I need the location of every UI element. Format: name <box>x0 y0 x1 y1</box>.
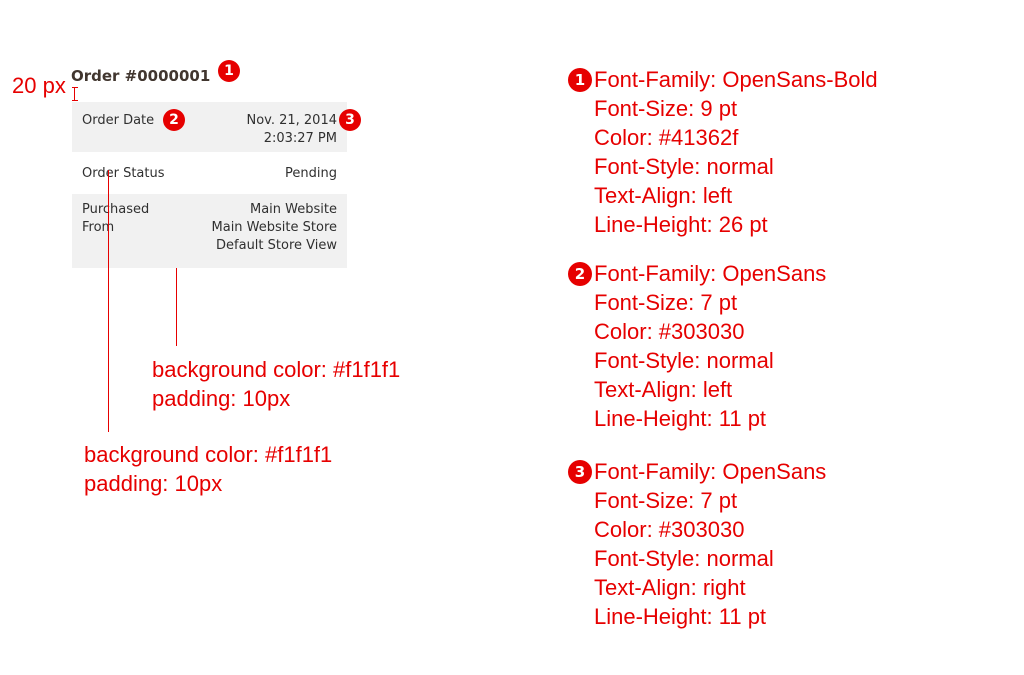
spec-3-marker-badge: 3 <box>568 460 592 484</box>
gap-annotation-label: 20 px <box>12 73 66 98</box>
pointer-line-order-date <box>108 170 109 432</box>
spec-2-text-align: Text-Align: left <box>594 377 733 402</box>
order-date-value: Nov. 21, 2014 2:03:27 PM <box>246 112 337 148</box>
spec-2-line-height: Line-Height: 11 pt <box>594 406 767 431</box>
spec-1-line-height: Line-Height: 26 pt <box>594 212 768 237</box>
spec-3-font-family-text: Font-Family: OpenSans <box>594 459 827 484</box>
gap-bracket-icon <box>72 87 79 101</box>
spec-1-font-family-text: Font-Family: OpenSans-Bold <box>594 67 878 92</box>
spec-1-font-family: 1 Font-Family: OpenSans-Bold <box>568 65 878 94</box>
purchased-from-label: Purchased From <box>82 201 162 237</box>
order-status-row: Order Status Pending <box>72 160 347 188</box>
marker-1-badge: 1 <box>218 60 240 82</box>
spec-3-line-height: Line-Height: 11 pt <box>594 604 767 629</box>
purchased-from-store: Main Website Store <box>211 220 337 235</box>
spec-3-color: Color: #303030 <box>594 517 745 542</box>
spec-3-font-style: Font-Style: normal <box>594 546 774 571</box>
date-row-note-bg: background color: #f1f1f1 <box>84 442 333 467</box>
purchased-row-note: background color: #f1f1f1 padding: 10px <box>152 355 400 413</box>
pointer-line-purchased <box>176 268 177 346</box>
date-row-note: background color: #f1f1f1 padding: 10px <box>84 440 332 498</box>
spec-list-3: 3 Font-Family: OpenSans Font-Size: 7 pt … <box>568 457 826 631</box>
spec-2-font-style: Font-Style: normal <box>594 348 774 373</box>
order-date-value-time: 2:03:27 PM <box>263 131 337 146</box>
purchased-from-label-line1: Purchased <box>82 202 150 217</box>
spec-1-marker-badge: 1 <box>568 68 592 92</box>
date-row-note-padding: padding: 10px <box>84 471 223 496</box>
spec-1-text-align: Text-Align: left <box>594 183 733 208</box>
marker-2-badge: 2 <box>163 109 185 131</box>
spec-2-font-family: 2 Font-Family: OpenSans <box>568 259 826 288</box>
spec-list-1: 1 Font-Family: OpenSans-Bold Font-Size: … <box>568 65 878 239</box>
order-title: Order #0000001 <box>71 67 211 85</box>
purchased-row-note-bg: background color: #f1f1f1 <box>152 357 401 382</box>
spec-1-color: Color: #41362f <box>594 125 739 150</box>
spec-3-font-family: 3 Font-Family: OpenSans <box>568 457 826 486</box>
spec-list-2: 2 Font-Family: OpenSans Font-Size: 7 pt … <box>568 259 826 433</box>
purchased-from-value: Main Website Main Website Store Default … <box>212 201 337 255</box>
spec-3-font-size: Font-Size: 7 pt <box>594 488 738 513</box>
order-status-label: Order Status <box>82 166 165 181</box>
spec-1-font-style: Font-Style: normal <box>594 154 774 179</box>
spec-2-font-size: Font-Size: 7 pt <box>594 290 738 315</box>
order-date-value-date: Nov. 21, 2014 <box>246 113 337 128</box>
order-date-row: Order Date Nov. 21, 2014 2:03:27 PM <box>72 102 347 152</box>
purchased-from-row: Purchased From Main Website Main Website… <box>72 194 347 268</box>
spec-2-marker-badge: 2 <box>568 262 592 286</box>
purchased-from-label-line2: From <box>82 220 115 235</box>
spec-1-font-size: Font-Size: 9 pt <box>594 96 738 121</box>
purchased-row-note-padding: padding: 10px <box>152 386 291 411</box>
order-date-label: Order Date <box>82 113 155 128</box>
order-status-value: Pending <box>285 166 337 181</box>
purchased-from-website: Main Website <box>250 202 337 217</box>
spec-2-font-family-text: Font-Family: OpenSans <box>594 261 827 286</box>
marker-3-badge: 3 <box>339 109 361 131</box>
spec-3-text-align: Text-Align: right <box>594 575 746 600</box>
spec-2-color: Color: #303030 <box>594 319 745 344</box>
purchased-from-store-view: Default Store View <box>216 238 337 253</box>
